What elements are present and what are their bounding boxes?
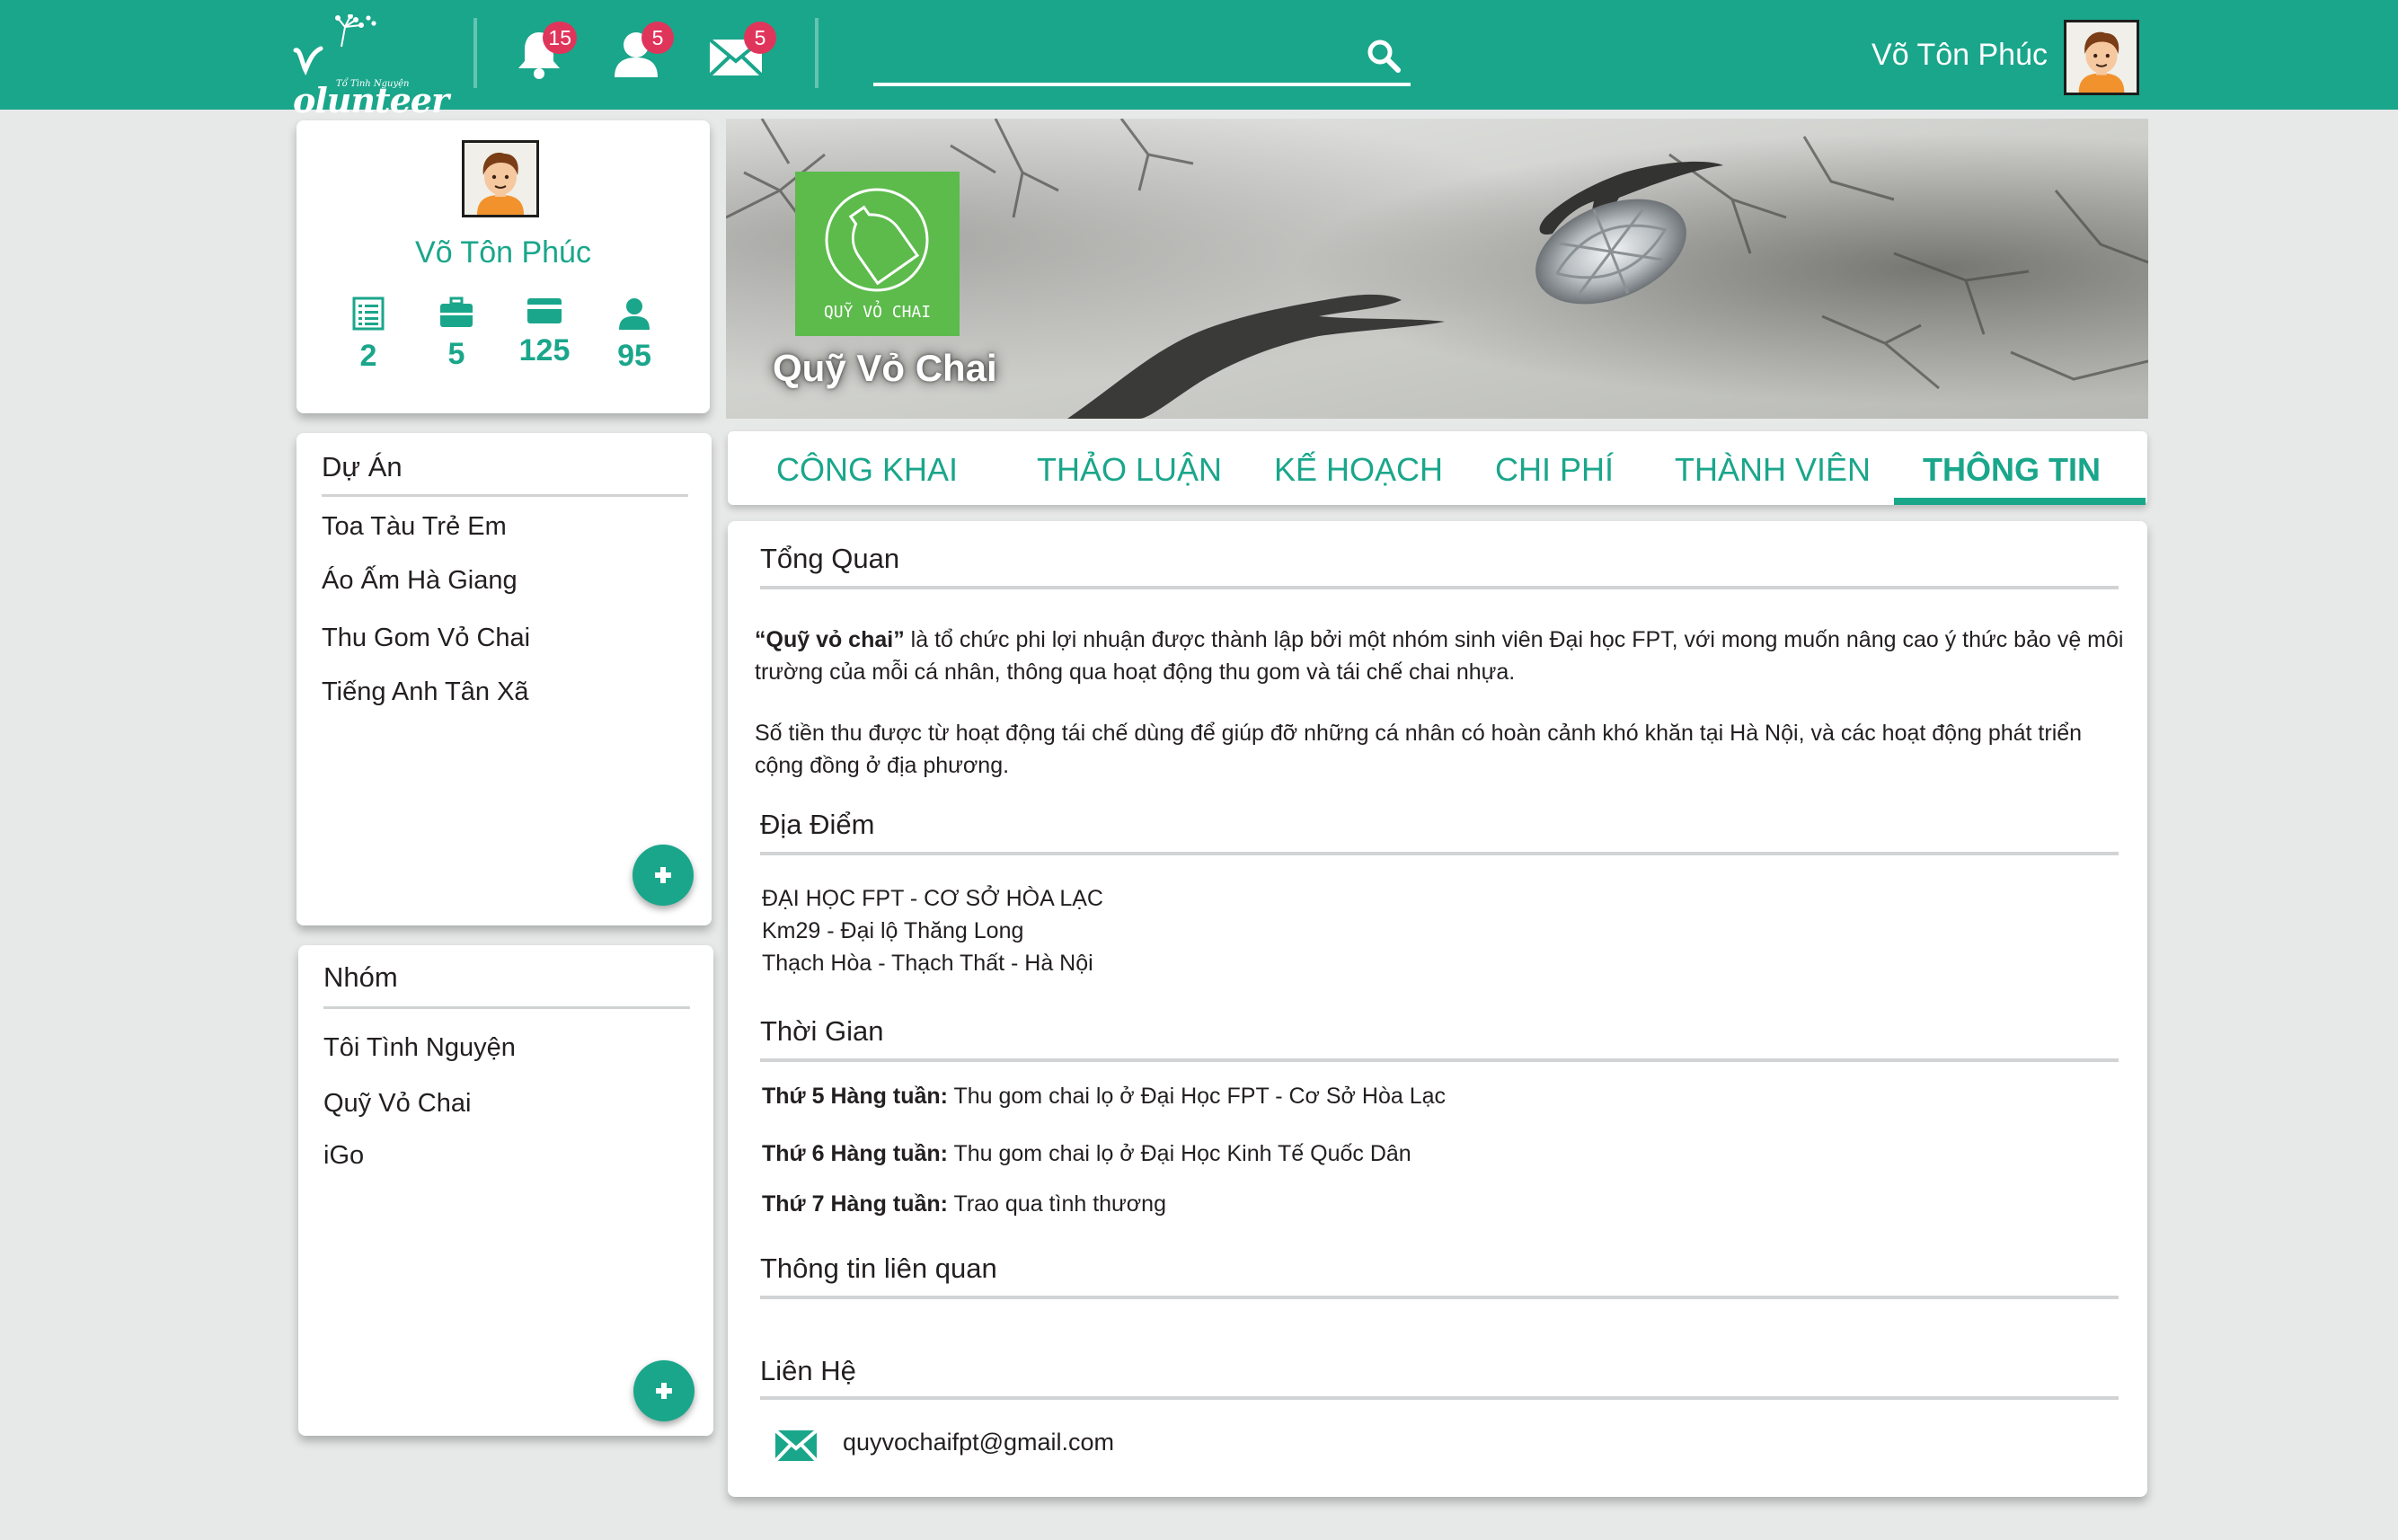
notification-badge: 15: [543, 22, 577, 54]
overview-paragraph: “Quỹ vỏ chai” là tổ chức phi lợi nhuận đ…: [755, 624, 2129, 688]
schedule-day: Thứ 6 Hàng tuần:: [762, 1141, 948, 1166]
active-tab-indicator: [1894, 498, 2146, 505]
notifications-button[interactable]: 15: [514, 22, 577, 81]
divider: [760, 1058, 2119, 1062]
divider: [322, 494, 688, 497]
tab-discussion[interactable]: THẢO LUẬN: [1037, 451, 1222, 489]
group-tabs: CÔNG KHAI THẢO LUẬN KẾ HOẠCH CHI PHÍ THÀ…: [728, 431, 2147, 505]
divider: [760, 852, 2119, 855]
overview-paragraph: Số tiền thu được từ hoạt động tái chế dù…: [755, 721, 2083, 778]
tab-plan[interactable]: KẾ HOẠCH: [1274, 451, 1443, 489]
message-badge: 5: [744, 22, 776, 54]
group-name-inline: “Quỹ vỏ chai”: [755, 627, 905, 652]
search-bar: [873, 31, 1411, 86]
group-logo-label: QUỸ VỎ CHAI: [823, 303, 932, 322]
schedule-day: Thứ 7 Hàng tuần:: [762, 1191, 948, 1217]
schedule-item: Thứ 7 Hàng tuần: Trao qua tình thương: [762, 1191, 1166, 1217]
stat-followers[interactable]: 95: [598, 296, 670, 374]
schedule-item: Thứ 6 Hàng tuần: Thu gom chai lọ ở Đại H…: [762, 1141, 1411, 1167]
profile-card: Võ Tôn Phúc 2 5 125 95: [296, 120, 710, 413]
divider: [323, 1006, 690, 1009]
related-title: Thông tin liên quan: [760, 1252, 997, 1284]
stat-jobs[interactable]: 5: [420, 296, 492, 372]
project-item[interactable]: Toa Tàu Trẻ Em: [322, 512, 507, 542]
top-navbar: olunteer Tổ Tình Nguyện 15 5 5 Võ Tôn Ph…: [0, 0, 2398, 120]
address-line: Km29 - Đại lộ Thăng Long: [762, 918, 1024, 943]
logo-v-icon: [293, 46, 323, 76]
profile-name[interactable]: Võ Tôn Phúc: [296, 235, 710, 270]
info-panel: Tổng Quan “Quỹ vỏ chai” là tổ chức phi l…: [728, 521, 2147, 1497]
logo-tagline: Tổ Tình Nguyện: [336, 79, 410, 89]
divider: [760, 1396, 2119, 1400]
overview-title: Tổng Quan: [760, 543, 900, 574]
projects-title: Dự Án: [322, 451, 403, 482]
contact-title: Liên Hệ: [760, 1355, 856, 1386]
volunteer-logo[interactable]: olunteer Tổ Tình Nguyện: [293, 14, 449, 120]
project-item[interactable]: Áo Ấm Hà Giang: [322, 566, 518, 596]
divider: [760, 586, 2119, 589]
schedule-text: Thu gom chai lọ ở Đại Học Kinh Tế Quốc D…: [947, 1141, 1411, 1166]
group-item[interactable]: Tôi Tình Nguyện: [323, 1033, 516, 1063]
person-icon: [619, 298, 650, 330]
group-item[interactable]: Quỹ Vỏ Chai: [323, 1089, 471, 1119]
list-icon: [352, 296, 385, 331]
add-group-button[interactable]: [633, 1360, 695, 1421]
friend-requests-button[interactable]: 5: [611, 22, 674, 81]
address-line: Thạch Hòa - Thạch Thất - Hà Nội: [762, 951, 1093, 976]
group-cover-banner: QUỸ VỎ CHAI Quỹ Vỏ Chai: [726, 119, 2148, 419]
stat-donations[interactable]: 125: [509, 296, 580, 368]
schedule-text: Trao qua tình thương: [947, 1191, 1166, 1217]
header-user-name[interactable]: Võ Tôn Phúc: [1872, 38, 2048, 73]
tab-public[interactable]: CÔNG KHAI: [776, 451, 958, 489]
group-item[interactable]: iGo: [323, 1141, 364, 1171]
stat-value: 5: [447, 337, 465, 371]
friend-request-badge: 5: [642, 22, 674, 54]
search-icon[interactable]: [1366, 38, 1402, 74]
schedule-day: Thứ 5 Hàng tuần:: [762, 1084, 948, 1109]
stat-projects[interactable]: 2: [332, 296, 404, 374]
briefcase-icon: [440, 296, 473, 327]
groups-card: Nhóm Tôi Tình Nguyện Quỹ Vỏ Chai iGo: [298, 945, 713, 1436]
group-logo[interactable]: QUỸ VỎ CHAI: [795, 172, 960, 336]
search-input[interactable]: [873, 31, 1358, 81]
tab-members[interactable]: THÀNH VIÊN: [1675, 451, 1871, 489]
projects-card: Dự Án Toa Tàu Trẻ Em Áo Ấm Hà Giang Thu …: [296, 433, 712, 925]
schedule-item: Thứ 5 Hàng tuần: Thu gom chai lọ ở Đại H…: [762, 1084, 1446, 1110]
divider: [473, 18, 477, 88]
contact-email-link[interactable]: quyvochaifpt@gmail.com: [843, 1429, 1114, 1456]
tab-expenses[interactable]: CHI PHÍ: [1495, 451, 1614, 489]
groups-title: Nhóm: [323, 961, 398, 993]
location-title: Địa Điểm: [760, 809, 875, 840]
plus-icon: [655, 867, 671, 883]
schedule-text: Thu gom chai lọ ở Đại Học FPT - Cơ Sở Hò…: [947, 1084, 1447, 1109]
stat-value: 125: [518, 333, 571, 367]
mail-icon: [774, 1429, 818, 1463]
overview-text: là tổ chức phi lợi nhuận được thành lập …: [755, 627, 2124, 685]
stat-value: 2: [359, 339, 377, 373]
project-item[interactable]: Tiếng Anh Tân Xã: [322, 677, 529, 707]
card-icon: [527, 298, 562, 323]
messages-button[interactable]: 5: [708, 22, 776, 81]
time-title: Thời Gian: [760, 1015, 884, 1047]
divider: [760, 1296, 2119, 1299]
address-line: ĐẠI HỌC FPT - CƠ SỞ HÒA LẠC: [762, 886, 1103, 911]
add-project-button[interactable]: [633, 845, 694, 906]
divider: [815, 18, 819, 88]
plus-icon: [656, 1383, 672, 1399]
project-item[interactable]: Thu Gom Vỏ Chai: [322, 624, 530, 653]
avatar-icon: [2078, 31, 2125, 93]
header-avatar[interactable]: [2064, 20, 2139, 95]
profile-avatar[interactable]: [462, 140, 539, 217]
avatar-icon: [477, 152, 524, 215]
tab-info[interactable]: THÔNG TIN: [1923, 451, 2101, 489]
stat-value: 95: [617, 339, 651, 373]
group-name: Quỹ Vỏ Chai: [773, 347, 997, 389]
